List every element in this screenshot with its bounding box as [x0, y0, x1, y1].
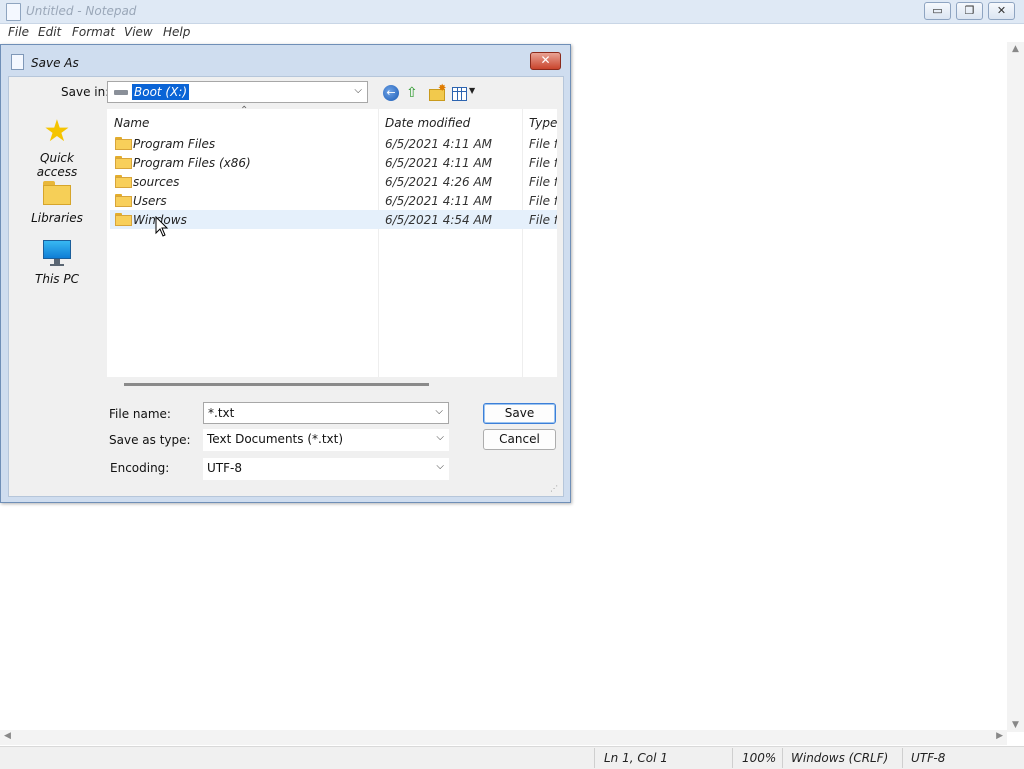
- file-date: 6/5/2021 4:11 AM: [385, 137, 493, 151]
- scroll-down-icon[interactable]: ▼: [1010, 720, 1021, 730]
- file-date: 6/5/2021 4:11 AM: [385, 156, 493, 170]
- status-divider: [902, 748, 903, 768]
- file-date: 6/5/2021 4:11 AM: [385, 194, 493, 208]
- star-icon: ★: [43, 114, 71, 149]
- drive-icon: [114, 90, 128, 95]
- resize-grip-icon[interactable]: ⋰: [550, 484, 558, 493]
- close-button[interactable]: ✕: [988, 2, 1015, 20]
- save-in-value: Boot (X:): [132, 84, 190, 100]
- file-type: File fo: [529, 175, 557, 189]
- save-button[interactable]: Save: [483, 403, 556, 424]
- column-header-type[interactable]: Type: [529, 116, 557, 130]
- menu-view[interactable]: View: [124, 25, 153, 39]
- column-header-date[interactable]: Date modified: [385, 116, 470, 130]
- chevron-down-icon[interactable]: ⌵: [436, 432, 444, 443]
- status-bar: Ln 1, Col 1 100% Windows (CRLF) UTF-8: [0, 746, 1024, 769]
- mouse-cursor-icon: [155, 216, 169, 237]
- sparkle-icon: ✸: [438, 83, 447, 94]
- cancel-button[interactable]: Cancel: [483, 429, 556, 450]
- file-type: File fo: [529, 156, 557, 170]
- place-label: Quick access: [36, 151, 78, 179]
- file-name: Program Files (x86): [133, 156, 251, 170]
- file-name-input[interactable]: *.txt ⌵: [203, 402, 449, 424]
- chevron-down-icon[interactable]: ⌵: [436, 461, 444, 472]
- file-row-hovered[interactable]: Windows 6/5/2021 4:54 AM File fo: [110, 210, 557, 229]
- file-name: Users: [133, 194, 167, 208]
- status-divider: [594, 748, 595, 768]
- new-folder-icon[interactable]: ✸: [429, 83, 447, 101]
- save-in-label: Save in:: [61, 85, 110, 99]
- file-name: Program Files: [133, 137, 216, 151]
- chevron-down-icon[interactable]: ⌵: [354, 85, 362, 96]
- file-type: File fo: [529, 137, 557, 151]
- chevron-down-icon[interactable]: ⌵: [435, 406, 443, 417]
- save-in-dropdown[interactable]: Boot (X:) ⌵: [107, 81, 368, 103]
- scroll-up-icon[interactable]: ▲: [1010, 44, 1021, 54]
- save-type-label: Save as type:: [109, 433, 191, 447]
- status-encoding: UTF-8: [911, 751, 946, 765]
- file-row[interactable]: Program Files 6/5/2021 4:11 AM File fo: [110, 134, 557, 153]
- file-row[interactable]: Program Files (x86) 6/5/2021 4:11 AM Fil…: [110, 153, 557, 172]
- file-name: sources: [133, 175, 180, 189]
- grid-icon: [452, 87, 467, 101]
- place-this-pc[interactable]: This PC: [18, 240, 96, 286]
- dialog-titlebar[interactable]: Save As ✕: [1, 45, 570, 77]
- folder-icon: [115, 156, 132, 169]
- file-row[interactable]: sources 6/5/2021 4:26 AM File fo: [110, 172, 557, 191]
- file-date: 6/5/2021 4:54 AM: [385, 213, 493, 227]
- monitor-icon: [43, 240, 71, 268]
- menu-edit[interactable]: Edit: [38, 25, 61, 39]
- scroll-right-icon[interactable]: ▶: [996, 731, 1003, 741]
- encoding-value: UTF-8: [207, 461, 242, 475]
- dialog-title: Save As: [31, 56, 79, 70]
- notepad-icon: [6, 3, 21, 21]
- restore-button[interactable]: ❐: [956, 2, 983, 20]
- up-folder-icon[interactable]: ⇧: [406, 85, 422, 101]
- status-zoom: 100%: [742, 751, 777, 765]
- menu-bar: File Edit Format View Help: [0, 24, 1024, 42]
- notepad-icon: [11, 54, 24, 70]
- status-divider: [782, 748, 783, 768]
- place-quick-access[interactable]: ★ Quick access: [18, 114, 96, 180]
- file-list[interactable]: Name ⌃ Date modified Type Program Files …: [107, 105, 557, 377]
- place-label: This PC: [35, 272, 79, 286]
- file-list-scrollbar-thumb[interactable]: [124, 383, 429, 386]
- folder-icon: [115, 213, 132, 226]
- menu-file[interactable]: File: [8, 25, 29, 39]
- file-type: File fo: [529, 213, 557, 227]
- save-type-dropdown[interactable]: Text Documents (*.txt) ⌵: [203, 429, 449, 451]
- status-position: Ln 1, Col 1: [604, 751, 668, 765]
- file-name-value: *.txt: [208, 406, 235, 420]
- menu-format[interactable]: Format: [72, 25, 115, 39]
- place-label: Libraries: [31, 211, 83, 225]
- window-title: Untitled - Notepad: [26, 4, 137, 18]
- encoding-dropdown[interactable]: UTF-8 ⌵: [203, 458, 449, 480]
- folder-icon: [115, 175, 132, 188]
- caret-down-icon: ▼: [469, 86, 476, 95]
- column-header-name[interactable]: Name: [114, 116, 149, 130]
- horizontal-scrollbar[interactable]: ◀ ▶: [0, 730, 1007, 745]
- status-divider: [732, 748, 733, 768]
- scroll-left-icon[interactable]: ◀: [4, 731, 11, 741]
- minimize-button[interactable]: ▭: [924, 2, 951, 20]
- file-name-label: File name:: [109, 407, 171, 421]
- file-row[interactable]: Users 6/5/2021 4:11 AM File fo: [110, 191, 557, 210]
- sort-ascending-icon: ⌃: [240, 105, 249, 116]
- place-libraries[interactable]: Libraries: [18, 181, 96, 225]
- file-date: 6/5/2021 4:26 AM: [385, 175, 493, 189]
- menu-help[interactable]: Help: [163, 25, 190, 39]
- save-type-value: Text Documents (*.txt): [207, 432, 344, 446]
- notepad-titlebar[interactable]: Untitled - Notepad ▭ ❐ ✕: [0, 0, 1024, 24]
- encoding-label: Encoding:: [110, 461, 170, 475]
- back-icon[interactable]: ←: [383, 85, 399, 101]
- folder-icon: [115, 194, 132, 207]
- file-type: File fo: [529, 194, 557, 208]
- views-menu-icon[interactable]: ▼: [452, 85, 478, 101]
- vertical-scrollbar[interactable]: ▲ ▼: [1007, 42, 1024, 732]
- dialog-close-button[interactable]: ✕: [530, 52, 561, 70]
- folder-icon: [115, 137, 132, 150]
- folder-icon: [43, 181, 71, 207]
- status-line-ending: Windows (CRLF): [791, 751, 889, 765]
